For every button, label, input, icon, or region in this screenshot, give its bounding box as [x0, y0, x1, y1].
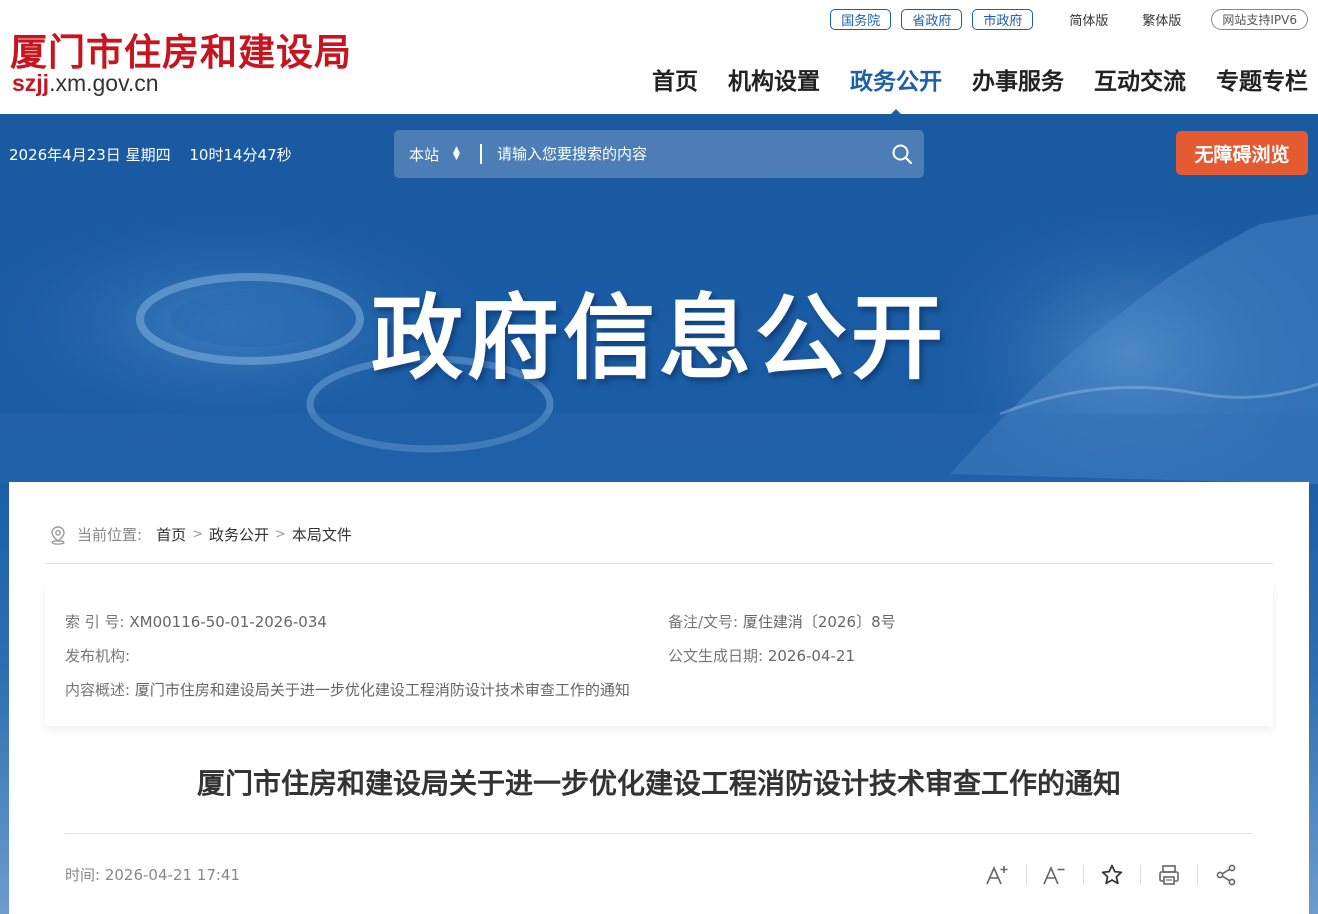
link-provincial-gov[interactable]: 省政府: [901, 9, 963, 30]
meta-publisher-label: 发布机构:: [65, 647, 131, 665]
meta-created-value: 2026-04-21: [767, 647, 856, 665]
breadcrumb: 当前位置: 首页 > 政务公开 > 本局文件: [49, 524, 352, 545]
title-divider: [65, 833, 1253, 834]
meta-docno: 备注/文号: 厦住建消〔2026〕8号: [668, 611, 896, 632]
document-meta-box: 索 引 号: XM00116-50-01-2026-034 备注/文号: 厦住建…: [45, 582, 1273, 726]
publish-time-value: 2026-04-21 17:41: [104, 866, 241, 884]
breadcrumb-separator: >: [192, 527, 203, 542]
traditional-chinese-link[interactable]: 繁体版: [1130, 10, 1193, 29]
publish-time-label: 时间:: [65, 866, 101, 884]
link-state-council[interactable]: 国务院: [830, 9, 892, 30]
breadcrumb-separator: >: [275, 527, 286, 542]
meta-created: 公文生成日期: 2026-04-21: [668, 645, 855, 666]
search-divider: [480, 144, 482, 164]
top-links: 国务院 省政府 市政府 简体版 繁体版 网站支持IPV6: [830, 9, 1308, 30]
simplified-chinese-link[interactable]: 简体版: [1057, 10, 1120, 29]
star-icon[interactable]: [1084, 860, 1140, 890]
accessibility-button[interactable]: 无障碍浏览: [1176, 131, 1308, 175]
site-domain: szjj.xm.gov.cn: [12, 70, 159, 97]
publish-time: 时间: 2026-04-21 17:41: [65, 864, 240, 885]
meta-summary: 内容概述: 厦门市住房和建设局关于进一步优化建设工程消防设计技术审查工作的通知: [65, 679, 630, 700]
breadcrumb-bureau-documents[interactable]: 本局文件: [292, 524, 352, 545]
site-header: 厦门市住房和建设局 szjj.xm.gov.cn 国务院 省政府 市政府 简体版…: [0, 0, 1318, 116]
nav-services[interactable]: 办事服务: [957, 62, 1079, 96]
current-time: 10时14分47秒: [189, 146, 292, 164]
meta-created-label: 公文生成日期:: [668, 647, 764, 665]
content-card: 当前位置: 首页 > 政务公开 > 本局文件 索 引 号: XM00116-50…: [9, 482, 1309, 914]
meta-index-label: 索 引 号:: [65, 613, 125, 631]
ipv6-badge: 网站支持IPV6: [1211, 9, 1308, 30]
nav-organization[interactable]: 机构设置: [713, 62, 835, 96]
meta-publisher: 发布机构:: [65, 645, 130, 666]
document-title: 厦门市住房和建设局关于进一步优化建设工程消防设计技术审查工作的通知: [196, 767, 1121, 800]
search-scope-label: 本站: [409, 145, 440, 164]
share-icon[interactable]: [1198, 860, 1254, 890]
nav-topics[interactable]: 专题专栏: [1201, 62, 1308, 96]
main-nav: 首页 机构设置 政务公开 办事服务 互动交流 专题专栏: [637, 62, 1308, 116]
meta-index-value: XM00116-50-01-2026-034: [129, 613, 327, 631]
article-tools: [970, 860, 1254, 890]
current-date: 2026年4月23日 星期四: [9, 146, 171, 164]
domain-rest: .xm.gov.cn: [49, 70, 159, 96]
search-bar: 本站 ▲ ▼: [394, 130, 924, 178]
domain-highlight: szjj: [12, 70, 50, 96]
nav-government-affairs[interactable]: 政务公开: [835, 62, 957, 116]
meta-index: 索 引 号: XM00116-50-01-2026-034: [65, 611, 327, 632]
sort-arrows-icon: ▲ ▼: [453, 145, 460, 162]
search-icon[interactable]: [880, 130, 924, 178]
font-increase-icon[interactable]: [970, 860, 1026, 890]
breadcrumb-divider: [45, 563, 1273, 564]
banner-title: 政府信息公开: [370, 285, 947, 392]
site-title[interactable]: 厦门市住房和建设局: [10, 22, 352, 76]
nav-home[interactable]: 首页: [637, 62, 713, 96]
current-datetime: 2026年4月23日 星期四 10时14分47秒: [9, 144, 298, 165]
search-input[interactable]: [497, 145, 880, 163]
meta-summary-value: 厦门市住房和建设局关于进一步优化建设工程消防设计技术审查工作的通知: [134, 681, 630, 699]
link-city-gov[interactable]: 市政府: [972, 9, 1034, 30]
nav-interaction[interactable]: 互动交流: [1079, 62, 1201, 96]
font-decrease-icon[interactable]: [1027, 860, 1083, 890]
search-scope-select[interactable]: 本站 ▲ ▼: [394, 144, 480, 165]
print-icon[interactable]: [1141, 860, 1197, 890]
location-pin-icon: [49, 525, 67, 545]
meta-docno-label: 备注/文号:: [668, 613, 739, 631]
meta-docno-value: 厦住建消〔2026〕8号: [742, 613, 896, 631]
breadcrumb-government-affairs[interactable]: 政务公开: [209, 524, 269, 545]
breadcrumb-home[interactable]: 首页: [156, 524, 186, 545]
meta-summary-label: 内容概述:: [65, 681, 131, 699]
breadcrumb-label: 当前位置:: [77, 526, 143, 544]
